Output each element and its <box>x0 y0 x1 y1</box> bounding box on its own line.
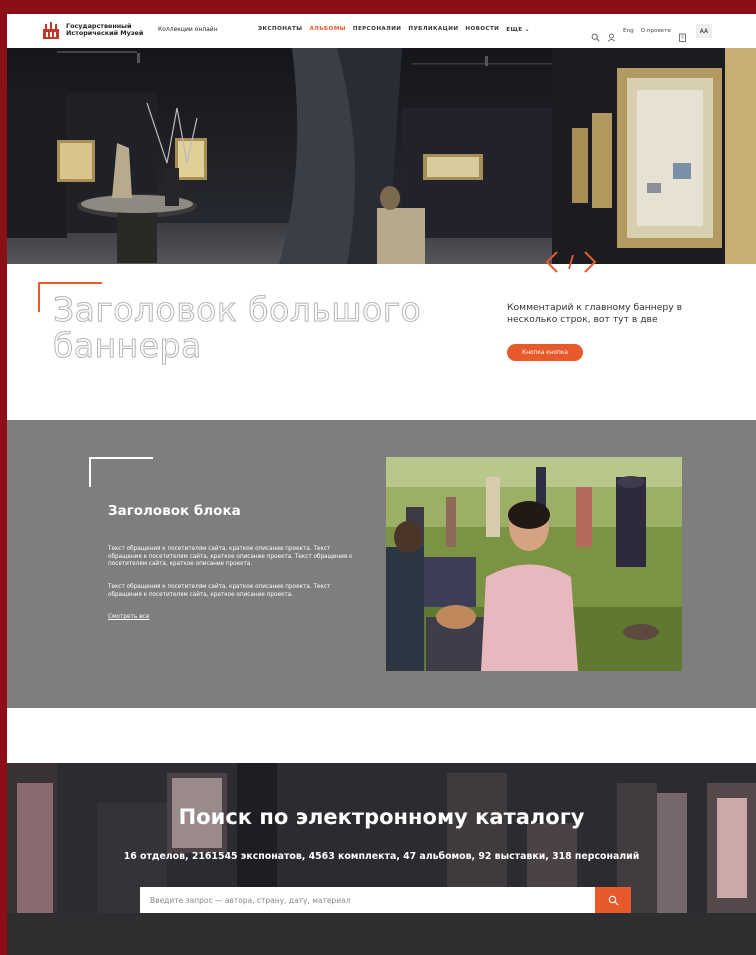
catalog-stats: 16 отделов, 2161545 экспонатов, 4563 ком… <box>123 851 640 862</box>
museum-logo-icon <box>41 20 61 40</box>
collections-online-link[interactable]: Коллекции онлайн <box>158 26 218 33</box>
banner-comment: Комментарий к главному баннеру в несколь… <box>507 302 683 325</box>
logo-text: Государственный Исторический Музей <box>66 23 143 37</box>
slider-arrows <box>545 250 597 278</box>
user-icon[interactable] <box>607 27 616 42</box>
language-switch[interactable]: Eng <box>623 28 634 34</box>
block-image <box>386 457 682 671</box>
banner-title: Заголовок большого баннера <box>53 290 422 365</box>
catalog-search-section: Поиск по электронному каталогу 16 отдело… <box>7 763 756 955</box>
search-title: Поиск по электронному каталогу <box>178 805 585 829</box>
search-box <box>140 887 595 913</box>
view-all-link[interactable]: Смотреть все <box>108 614 149 620</box>
hero-banner-image <box>7 48 756 264</box>
nav-item-news[interactable]: НОВОСТИ <box>465 26 499 33</box>
logo-line-2: Исторический Музей <box>66 29 144 37</box>
nav-item-publications[interactable]: ПУБЛИКАЦИИ <box>408 26 458 33</box>
search-icon[interactable] <box>591 27 600 42</box>
block-title: Заголовок блока <box>108 503 241 519</box>
site-header: Государственный Исторический Музей Колле… <box>7 14 756 48</box>
nav-item-exhibits[interactable]: ЭКСПОНАТЫ <box>258 26 302 33</box>
about-link[interactable]: О проекте <box>641 28 671 34</box>
prev-arrow-icon[interactable] <box>545 250 559 278</box>
search-submit-button[interactable] <box>595 887 631 913</box>
page: Государственный Исторический Музей Колле… <box>7 14 756 955</box>
building-icon[interactable] <box>678 27 687 42</box>
chevron-down-icon: ⌄ <box>524 26 530 33</box>
nav-item-more[interactable]: ЕЩЕ ⌄ <box>506 26 530 33</box>
banner-button[interactable]: Кнопка кнопка <box>507 344 583 361</box>
museum-logo[interactable]: Государственный Исторический Музей <box>41 20 143 40</box>
catalog-search-input[interactable] <box>140 887 595 913</box>
next-arrow-icon[interactable] <box>583 250 597 278</box>
block-corner-decoration <box>89 457 153 487</box>
main-nav: ЭКСПОНАТЫ АЛЬБОМЫ ПЕРСОНАЛИИ ПУБЛИКАЦИИ … <box>258 26 530 33</box>
info-block: Заголовок блока Текст обращения к посети… <box>7 420 756 708</box>
nav-item-more-label: ЕЩЕ <box>506 27 523 33</box>
block-paragraph-2: Текст обращения к посетителям сайта, кра… <box>108 584 331 598</box>
block-paragraph-1: Текст обращения к посетителям сайта, кра… <box>108 546 353 568</box>
search-icon <box>608 891 619 910</box>
divider-slash-icon <box>567 250 575 278</box>
header-tools: Eng О проекте AA <box>591 24 712 42</box>
nav-item-albums[interactable]: АЛЬБОМЫ <box>309 26 345 33</box>
nav-item-persons[interactable]: ПЕРСОНАЛИИ <box>353 26 401 33</box>
font-size-toggle[interactable]: AA <box>695 24 712 38</box>
